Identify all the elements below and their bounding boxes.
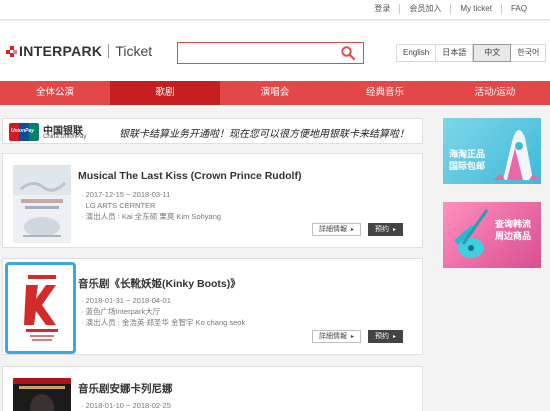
book-button[interactable]: 预约 ▸ [368,223,404,236]
show-venue: LG ARTS CERNTER [81,200,221,211]
search-input[interactable] [177,42,364,64]
show-title[interactable]: Musical The Last Kiss (Crown Prince Rudo… [78,170,301,182]
logo-brand: INTERPARK [19,43,103,59]
show-venue: 蓝色广场Interpark大厅 [81,306,245,317]
book-button[interactable]: 预约 ▸ [368,330,404,343]
show-info: 2018-01-10 ~ 2018-02-25 [81,400,171,411]
show-date: 2017-12-15 ~ 2018-03-11 [81,189,221,200]
poster-image[interactable] [13,378,71,411]
page: 登录 会员加入 My ticket FAQ INTERPARK Ticket E… [0,0,550,411]
show-card: 音乐剧《长靴妖姬(Kinky Boots)》 2018-01-31 ~ 2018… [2,258,423,355]
language-switcher: English 日本語 中文 한국어 [396,44,547,62]
lang-japanese[interactable]: 日本語 [436,44,474,62]
show-title[interactable]: 音乐剧安娜卡列尼娜 [78,381,173,396]
unionpay-banner[interactable]: UnionPay 中国银联 China UnionPay 银联卡结算业务开通啦！… [2,118,423,144]
nav-events-sports[interactable]: 活动/运动 [440,81,550,105]
poster-image[interactable] [16,271,68,345]
unionpay-message: 银联卡结算业务开通啦！现在您可以很方便地用银联卡来结算啦！ [119,129,409,140]
lang-chinese[interactable]: 中文 [473,44,512,62]
detail-button[interactable]: 詳細情報 ▸ [312,223,362,236]
chevron-right-icon: ▸ [393,334,397,340]
poster-image[interactable] [13,165,71,243]
show-date: 2018-01-10 ~ 2018-02-25 [81,400,171,411]
my-ticket-link[interactable]: My ticket [450,4,501,14]
nav-classical[interactable]: 经典音乐 [330,81,440,105]
main-nav: 全体公演 歌剧 演唱会 经典音乐 活动/运动 [0,81,550,105]
show-cast: 演出人员 : 金浩英 郑圣华 金智宇 Ko chang seok [81,317,246,328]
detail-button[interactable]: 詳細情報 ▸ [312,330,362,343]
utility-bar: 登录 会员加入 My ticket FAQ [0,0,550,20]
nav-all-shows[interactable]: 全体公演 [0,81,110,105]
search-icon[interactable] [341,46,355,60]
show-card: Musical The Last Kiss (Crown Prince Rudo… [2,153,423,248]
show-info: 2018-01-31 ~ 2018-04-01 蓝色广场Interpark大厅 … [81,295,246,328]
show-cast: 演出人员 : Kai 全东硕 栗莫 Kim Sohyang [81,211,221,222]
show-date: 2018-01-31 ~ 2018-04-01 [81,295,245,306]
unionpay-card-icon: UnionPay [9,123,39,141]
ad-text: 查询韩流 周边商品 [495,219,532,241]
faq-link[interactable]: FAQ [500,4,536,14]
header: INTERPARK Ticket English 日本語 中文 한국어 [0,21,550,81]
ad-overseas-shopping[interactable]: 海淘正品 国际包邮 [443,118,541,184]
show-info: 2017-12-15 ~ 2018-03-11 LG ARTS CERNTER … [81,189,221,222]
logo-product: Ticket [115,43,153,59]
chevron-right-icon: ▸ [393,227,397,233]
show-title[interactable]: 音乐剧《长靴妖姬(Kinky Boots)》 [78,276,241,291]
show-card: 音乐剧安娜卡列尼娜 2018-01-10 ~ 2018-02-25 [2,366,423,411]
lang-english[interactable]: English [396,44,437,62]
lang-korean[interactable]: 한국어 [511,44,547,62]
unionpay-name-en: China UnionPay [43,134,87,140]
logo-divider [108,44,110,58]
login-link[interactable]: 登录 [365,4,399,14]
signup-link[interactable]: 会员加入 [399,4,450,14]
logo-mark-icon [6,45,17,57]
site-logo[interactable]: INTERPARK Ticket [6,43,152,59]
ad-kpop-goods[interactable]: 查询韩流 周边商品 [443,202,541,268]
nav-concert[interactable]: 演唱会 [220,81,330,105]
ad-text: 海淘正品 国际包邮 [449,149,486,171]
chevron-right-icon: ▸ [351,334,355,340]
chevron-right-icon: ▸ [351,227,355,233]
nav-opera[interactable]: 歌剧 [110,81,220,105]
